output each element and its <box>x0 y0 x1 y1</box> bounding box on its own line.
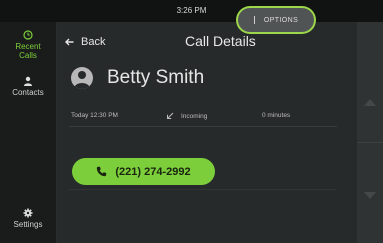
contact-name: Betty Smith <box>107 67 205 88</box>
clock-icon <box>23 30 33 40</box>
call-duration: 0 minutes <box>262 112 291 119</box>
incoming-arrow-icon <box>167 112 174 119</box>
sidebar-item-label: Recent Calls <box>15 42 41 60</box>
contact-row: Betty Smith <box>71 64 204 92</box>
phone-number: (221) 274-2992 <box>115 165 191 178</box>
options-label: OPTIONS <box>263 16 299 24</box>
scroll-up-icon[interactable] <box>364 98 376 106</box>
call-details-panel: Back Call Details Betty Smith Today 12:3… <box>57 22 357 243</box>
divider <box>69 126 337 127</box>
scroll-controls <box>357 22 383 243</box>
phone-icon <box>97 166 107 177</box>
divider <box>69 189 337 190</box>
scroll-down-icon[interactable] <box>364 192 376 200</box>
sidebar-item-settings[interactable]: Settings <box>0 208 56 229</box>
sidebar-item-label: Settings <box>13 220 43 229</box>
call-time: Today 12:30 PM <box>71 112 118 119</box>
person-icon <box>74 71 90 89</box>
person-icon <box>24 76 32 86</box>
call-number-button[interactable]: (221) 274-2992 <box>72 158 215 185</box>
scroll-divider <box>357 142 383 143</box>
sidebar: Recent Calls Contacts Settings <box>0 22 57 243</box>
sidebar-item-recent-calls[interactable]: Recent Calls <box>0 30 56 60</box>
header: Back Call Details <box>57 22 357 60</box>
back-button[interactable]: Back <box>65 34 105 50</box>
gear-icon <box>23 208 33 218</box>
avatar <box>71 67 93 89</box>
options-button[interactable]: OPTIONS <box>238 8 314 32</box>
options-divider <box>253 16 255 24</box>
sidebar-item-contacts[interactable]: Contacts <box>0 76 56 97</box>
call-direction-label: Incoming <box>181 112 208 120</box>
status-time: 3:26 PM <box>176 6 207 15</box>
sidebar-item-label: Contacts <box>12 88 44 97</box>
status-bar: 3:26 PM <box>0 0 383 22</box>
call-direction: Incoming <box>166 112 207 120</box>
page-title: Call Details <box>185 33 256 49</box>
arrow-left-icon <box>65 38 74 46</box>
back-label: Back <box>81 36 106 48</box>
